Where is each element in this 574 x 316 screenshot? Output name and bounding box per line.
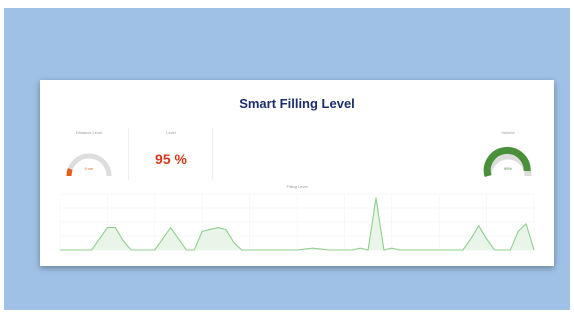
page-title: Smart Filling Level [239, 96, 355, 111]
data-point [193, 249, 195, 251]
data-point [462, 249, 464, 251]
data-point [99, 238, 100, 240]
data-point [320, 248, 322, 250]
data-point [312, 247, 314, 249]
data-point [186, 249, 187, 251]
data-point [91, 249, 92, 251]
data-point [107, 227, 108, 228]
gauge-value: 0 cm [84, 166, 94, 171]
data-point [478, 225, 480, 227]
data-point [233, 242, 235, 243]
gauge-value: 95% [503, 166, 512, 171]
data-point [241, 249, 243, 251]
data-point [328, 249, 329, 251]
data-point [509, 249, 511, 251]
data-point [201, 230, 203, 232]
panel-label: Level [166, 130, 176, 135]
data-point [114, 227, 116, 228]
data-point [415, 249, 416, 251]
data-point [209, 229, 211, 230]
data-point [423, 249, 424, 251]
data-point [367, 249, 369, 251]
data-point [375, 197, 377, 199]
data-point [122, 240, 124, 242]
data-point [296, 249, 298, 251]
data-point [154, 249, 156, 251]
distance-gauge-panel: Distance Level 0 cm [50, 128, 129, 180]
data-point [170, 227, 171, 228]
data-point [359, 247, 361, 249]
data-point [280, 249, 282, 251]
data-point [446, 249, 448, 251]
data-point [272, 249, 274, 251]
data-point [470, 238, 472, 240]
data-point [146, 249, 148, 251]
empty-panel [216, 128, 468, 180]
data-point [430, 249, 432, 251]
chart-svg [59, 193, 535, 251]
data-point [344, 249, 345, 251]
dashboard-card: Smart Filling Level Distance Level 0 cm … [40, 80, 554, 266]
chart-title: Filling Level [286, 184, 308, 189]
volume-gauge-panel: Volume 95% [470, 128, 546, 180]
data-point [438, 249, 440, 251]
data-point [265, 249, 266, 251]
data-point [533, 249, 535, 251]
data-point [454, 249, 456, 251]
data-point [288, 249, 290, 251]
panel-label: Distance Level [75, 130, 103, 135]
data-point [257, 249, 258, 251]
level-percent-panel: Level 95 % [130, 128, 213, 180]
data-point [502, 249, 503, 251]
data-point [162, 238, 164, 240]
data-point [130, 249, 132, 251]
data-point [391, 247, 393, 249]
data-point [525, 223, 527, 225]
data-point [383, 249, 385, 251]
data-point [399, 249, 401, 251]
data-point [83, 249, 85, 251]
data-point [67, 249, 69, 251]
data-point [217, 227, 219, 228]
data-point [486, 238, 487, 240]
data-point [225, 229, 227, 230]
data-point [249, 249, 251, 251]
panel-label: Volume [501, 130, 515, 135]
filling-level-chart: Filling Level [50, 184, 544, 262]
level-percent-value: 95 % [155, 151, 187, 167]
data-point [407, 249, 408, 251]
data-point [517, 230, 519, 232]
data-point [138, 249, 140, 251]
data-point [75, 249, 77, 251]
volume-gauge [483, 146, 532, 177]
data-point [351, 249, 353, 251]
data-point [59, 249, 61, 251]
data-point [494, 249, 495, 251]
data-point [304, 248, 306, 250]
data-point [178, 238, 179, 240]
data-point [336, 249, 337, 251]
distance-gauge [66, 153, 112, 177]
